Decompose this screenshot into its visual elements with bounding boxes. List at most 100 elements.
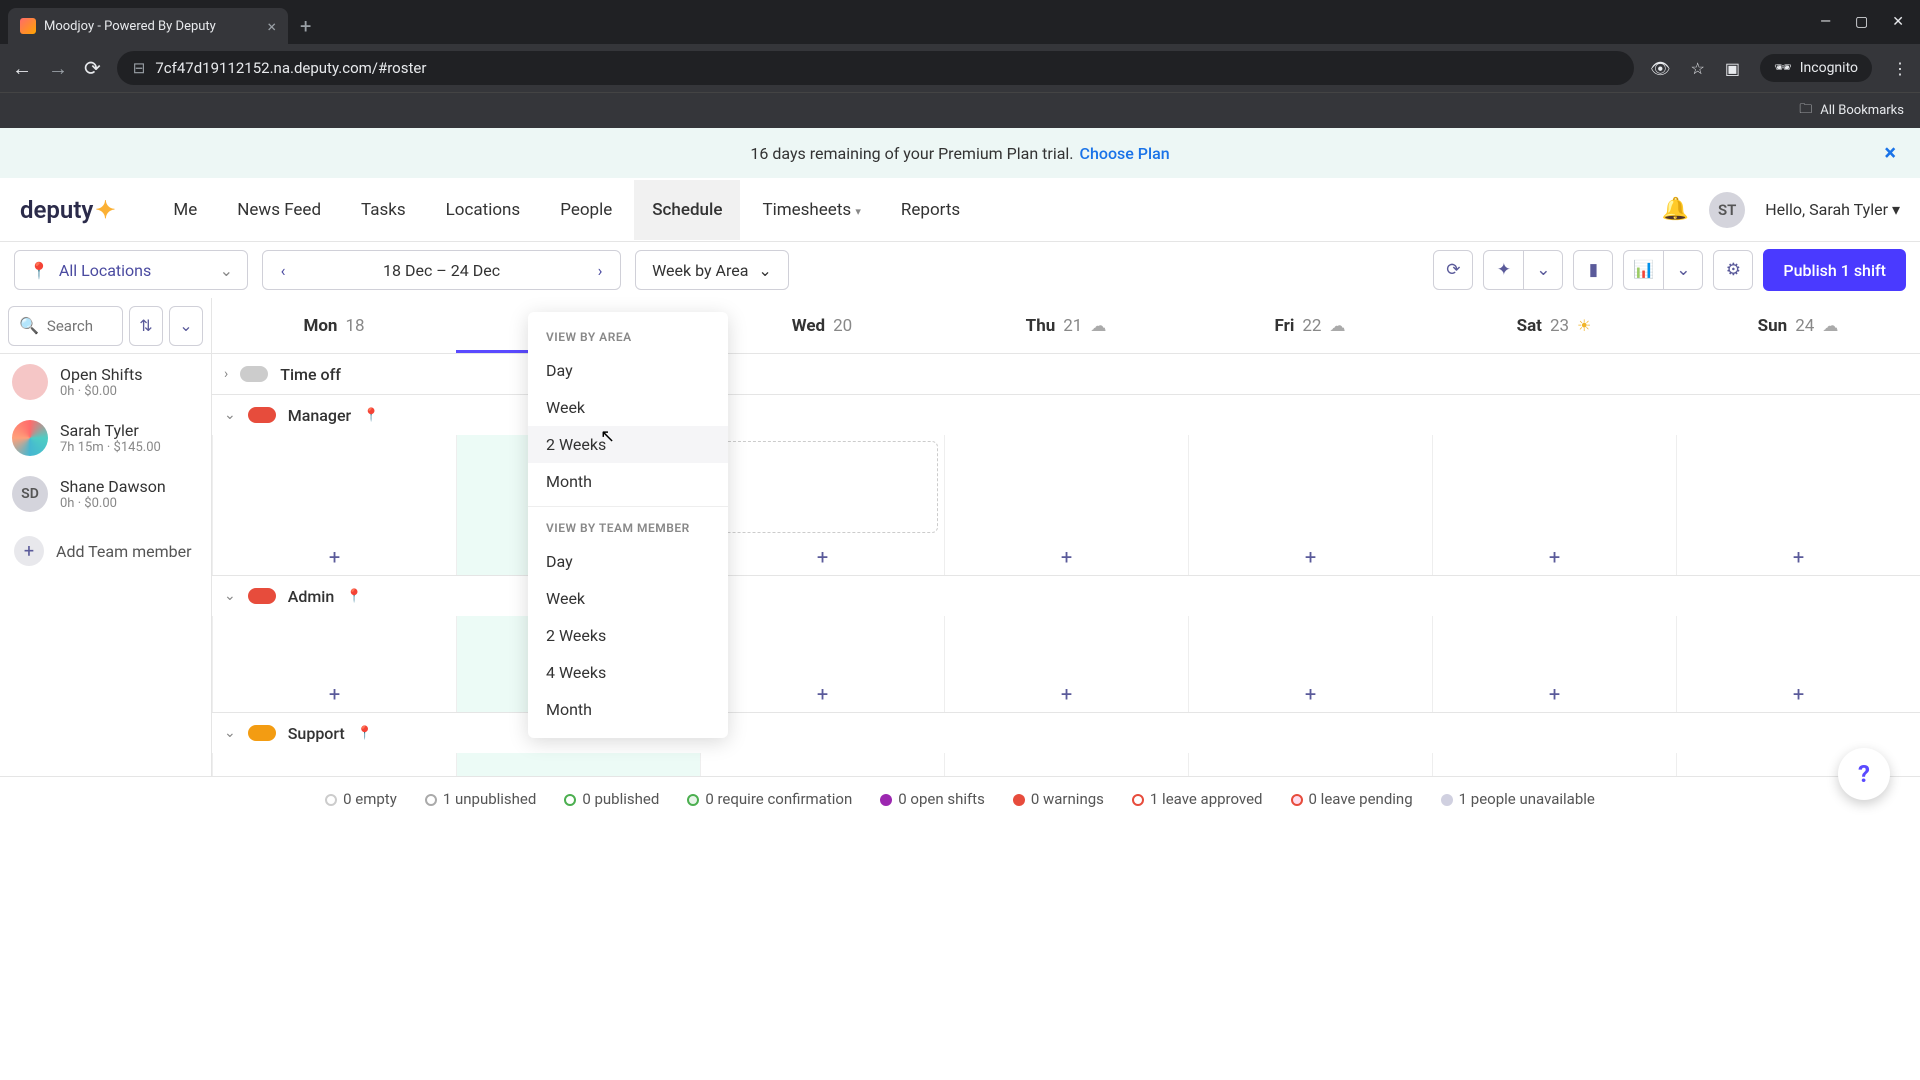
day-header[interactable]: Thu 21 ☁ <box>944 298 1188 353</box>
schedule-cell[interactable]: + <box>212 616 456 712</box>
nav-item-tasks[interactable]: Tasks <box>343 180 424 240</box>
add-shift-icon[interactable]: + <box>213 676 456 712</box>
refresh-button[interactable]: ⟳ <box>1433 250 1473 290</box>
schedule-cell[interactable]: + <box>1676 435 1920 575</box>
user-avatar[interactable]: ST <box>1709 192 1745 228</box>
nav-item-news-feed[interactable]: News Feed <box>219 180 339 240</box>
view-option[interactable]: 4 Weeks <box>528 654 728 691</box>
day-header[interactable]: Mon 18 <box>212 298 456 353</box>
publish-button[interactable]: Publish 1 shift <box>1763 249 1906 291</box>
help-button[interactable]: ? <box>1838 748 1890 800</box>
minimize-icon[interactable]: ― <box>1820 14 1831 30</box>
stats-button[interactable]: 📊 <box>1623 250 1663 290</box>
collapse-icon[interactable]: ⌄ <box>224 407 236 423</box>
sort-button[interactable]: ⇅ <box>129 306 163 346</box>
add-shift-icon[interactable]: + <box>1433 676 1676 712</box>
next-week-button[interactable]: › <box>580 261 620 280</box>
day-header[interactable]: Sun 24 ☁ <box>1676 298 1920 353</box>
status-item[interactable]: 0 leave pending <box>1291 790 1413 808</box>
stats-menu[interactable]: ⌄ <box>1663 250 1703 290</box>
schedule-cell[interactable]: + <box>1432 616 1676 712</box>
schedule-cell[interactable]: + <box>944 616 1188 712</box>
view-option[interactable]: 2 Weeks <box>528 426 728 463</box>
add-shift-icon[interactable]: + <box>1677 539 1920 575</box>
status-item[interactable]: 0 open shifts <box>880 790 985 808</box>
schedule-cell[interactable]: + <box>944 435 1188 575</box>
reload-icon[interactable]: ⟳ <box>84 56 101 80</box>
collapse-icon[interactable]: ⌄ <box>224 725 236 741</box>
view-option[interactable]: Week <box>528 389 728 426</box>
url-bar[interactable]: ⊟ 7cf47d19112152.na.deputy.com/#roster <box>117 51 1634 85</box>
shift-placeholder[interactable] <box>707 441 938 533</box>
close-window-icon[interactable]: ✕ <box>1892 14 1904 30</box>
person-row[interactable]: Open Shifts 0h · $0.00 <box>0 354 211 410</box>
date-range-label[interactable]: 18 Dec – 24 Dec <box>303 261 580 280</box>
status-item[interactable]: 0 warnings <box>1013 790 1104 808</box>
prev-week-button[interactable]: ‹ <box>263 261 303 280</box>
add-shift-button[interactable]: ✦ <box>1483 250 1523 290</box>
copy-button[interactable]: ▮ <box>1573 250 1613 290</box>
back-icon[interactable]: ← <box>12 56 32 81</box>
person-row[interactable]: Sarah Tyler 7h 15m · $145.00 <box>0 410 211 466</box>
area-header[interactable]: › Time off <box>212 354 1920 394</box>
add-shift-icon[interactable]: + <box>1189 539 1432 575</box>
status-item[interactable]: 0 require confirmation <box>687 790 852 808</box>
schedule-cell[interactable]: + <box>700 616 944 712</box>
all-bookmarks-link[interactable]: All Bookmarks <box>1820 103 1904 118</box>
add-shift-icon[interactable]: + <box>945 539 1188 575</box>
schedule-cell[interactable]: + <box>1676 616 1920 712</box>
status-item[interactable]: 1 leave approved <box>1132 790 1263 808</box>
view-dropdown-toggle[interactable]: Week by Area ⌄ <box>635 250 789 290</box>
add-shift-icon[interactable]: + <box>213 539 456 575</box>
day-header[interactable]: Sat 23 ☀ <box>1432 298 1676 353</box>
bookmark-star-icon[interactable]: ☆ <box>1690 59 1704 78</box>
add-shift-icon[interactable]: + <box>701 539 944 575</box>
add-shift-icon[interactable]: + <box>701 676 944 712</box>
browser-tab[interactable]: Moodjoy - Powered By Deputy × <box>8 8 288 44</box>
collapse-icon[interactable]: › <box>224 366 228 382</box>
search-input-wrapper[interactable]: 🔍 <box>8 306 123 346</box>
settings-button[interactable]: ⚙ <box>1713 250 1753 290</box>
greeting-text[interactable]: Hello, Sarah Tyler ▾ <box>1765 200 1900 219</box>
logo[interactable]: deputy ✦ <box>20 196 115 224</box>
nav-item-schedule[interactable]: Schedule <box>634 180 740 240</box>
add-shift-icon[interactable]: + <box>945 676 1188 712</box>
eye-off-icon[interactable]: 👁 <box>1650 59 1670 78</box>
nav-item-locations[interactable]: Locations <box>428 180 539 240</box>
add-shift-icon[interactable]: + <box>1189 676 1432 712</box>
area-header[interactable]: ⌄ Support 📍 <box>212 713 1920 753</box>
area-header[interactable]: ⌄ Admin 📍 <box>212 576 1920 616</box>
nav-item-reports[interactable]: Reports <box>883 180 978 240</box>
nav-item-people[interactable]: People <box>542 180 630 240</box>
add-team-member-button[interactable]: + Add Team member <box>0 522 211 580</box>
filter-button[interactable]: ⌄ <box>169 306 203 346</box>
day-header[interactable]: Fri 22 ☁ <box>1188 298 1432 353</box>
nav-item-timesheets[interactable]: Timesheets ▾ <box>744 180 878 240</box>
choose-plan-link[interactable]: Choose Plan <box>1080 144 1170 163</box>
schedule-cell[interactable]: + <box>212 435 456 575</box>
nav-item-me[interactable]: Me <box>155 180 215 240</box>
day-header[interactable]: Wed 20 <box>700 298 944 353</box>
collapse-icon[interactable]: ⌄ <box>224 588 236 604</box>
add-shift-menu[interactable]: ⌄ <box>1523 250 1563 290</box>
schedule-cell[interactable]: + <box>700 435 944 575</box>
schedule-cell[interactable]: + <box>1432 435 1676 575</box>
schedule-cell[interactable]: + <box>1188 616 1432 712</box>
add-shift-icon[interactable]: + <box>1677 676 1920 712</box>
new-tab-button[interactable]: + <box>300 14 311 38</box>
panel-icon[interactable]: ▣ <box>1725 59 1740 78</box>
view-option[interactable]: 2 Weeks <box>528 617 728 654</box>
status-item[interactable]: 1 people unavailable <box>1441 790 1595 808</box>
status-item[interactable]: 1 unpublished <box>425 790 537 808</box>
forward-icon[interactable]: → <box>48 56 68 81</box>
notifications-icon[interactable]: 🔔 <box>1662 197 1689 222</box>
maximize-icon[interactable]: ▢ <box>1855 14 1868 30</box>
location-dropdown[interactable]: 📍 All Locations ⌄ <box>14 250 248 290</box>
add-shift-icon[interactable]: + <box>1433 539 1676 575</box>
kebab-menu-icon[interactable]: ⋮ <box>1892 59 1908 78</box>
site-settings-icon[interactable]: ⊟ <box>133 59 146 77</box>
close-banner-icon[interactable]: × <box>1884 141 1896 166</box>
view-option[interactable]: Day <box>528 543 728 580</box>
view-option[interactable]: Month <box>528 463 728 500</box>
status-item[interactable]: 0 empty <box>325 790 397 808</box>
